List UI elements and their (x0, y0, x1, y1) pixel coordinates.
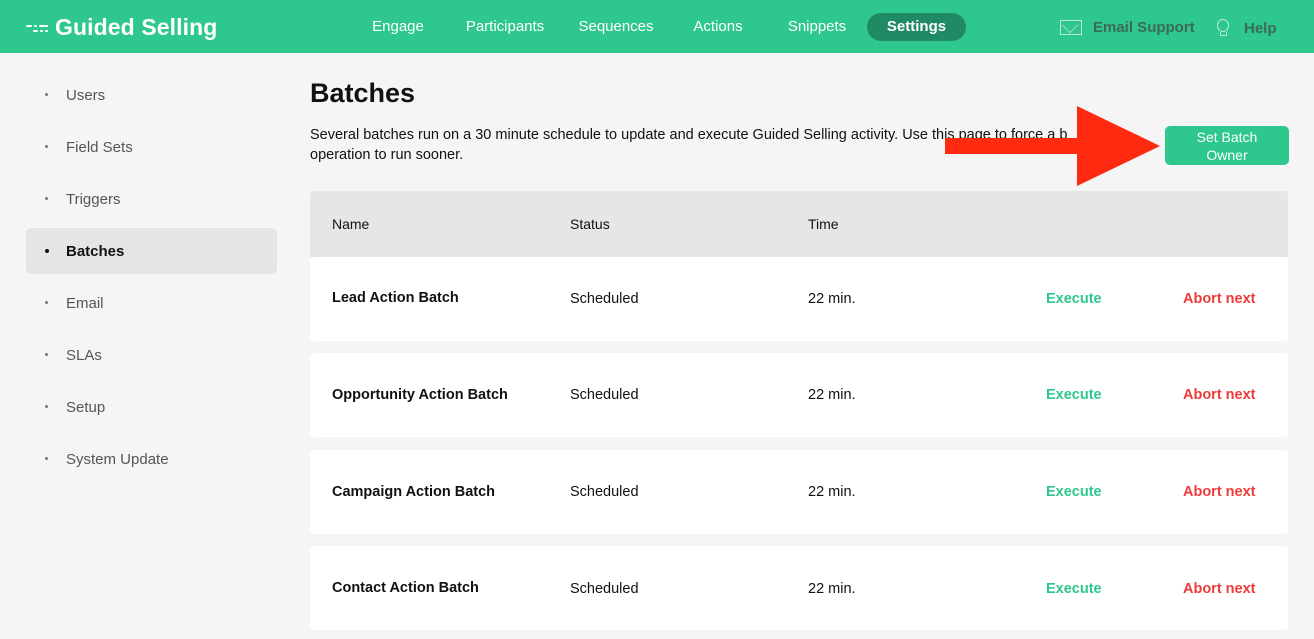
table-header: Name Status Time (310, 191, 1288, 257)
execute-link[interactable]: Execute (1046, 581, 1102, 597)
batch-time: 22 min. (808, 387, 856, 403)
batch-name: Campaign Action Batch (332, 484, 496, 500)
button-label: Set Batch (1196, 129, 1258, 145)
bullet-icon (45, 353, 48, 356)
nav-participants[interactable]: Participants (456, 13, 554, 41)
table-row: Campaign Action Batch Scheduled 22 min. … (310, 450, 1288, 534)
email-support-link[interactable]: Email Support (1060, 15, 1195, 39)
lightbulb-icon (1216, 19, 1230, 37)
envelope-icon (1060, 19, 1082, 35)
bullet-icon (45, 301, 48, 304)
nav-snippets[interactable]: Snippets (776, 13, 858, 41)
nav-engage[interactable]: Engage (360, 13, 436, 41)
column-header-name: Name (332, 216, 370, 232)
nav-actions[interactable]: Actions (680, 13, 756, 41)
button-label: Owner (1206, 147, 1248, 163)
execute-link[interactable]: Execute (1046, 291, 1102, 307)
bullet-icon (45, 249, 49, 253)
set-batch-owner-button[interactable]: Set Batch Owner (1165, 126, 1289, 165)
abort-next-link[interactable]: Abort next (1183, 581, 1256, 597)
sidebar-item-batches[interactable]: Batches (26, 228, 277, 274)
sidebar-item-label: Users (66, 86, 106, 104)
page-title: Batches (310, 78, 416, 108)
batch-status: Scheduled (570, 387, 639, 403)
batch-status: Scheduled (570, 484, 639, 500)
sidebar-item-system-update[interactable]: System Update (26, 436, 277, 482)
sidebar-item-label: Triggers (66, 190, 121, 208)
bullet-icon (45, 93, 48, 96)
abort-next-link[interactable]: Abort next (1183, 484, 1256, 500)
batch-time: 22 min. (808, 581, 856, 597)
top-bar: Guided Selling Engage Participants Seque… (0, 0, 1314, 53)
column-header-time: Time (808, 216, 839, 232)
column-header-status: Status (570, 216, 610, 232)
sidebar-item-users[interactable]: Users (26, 72, 277, 118)
annotation-arrow-icon (945, 106, 1160, 186)
help-label: Help (1244, 19, 1277, 37)
sidebar-item-setup[interactable]: Setup (26, 384, 277, 430)
email-support-label: Email Support (1093, 18, 1195, 36)
table-row: Lead Action Batch Scheduled 22 min. Exec… (310, 257, 1288, 341)
sidebar-item-slas[interactable]: SLAs (26, 332, 277, 378)
table-row: Contact Action Batch Scheduled 22 min. E… (310, 546, 1288, 630)
sidebar-item-email[interactable]: Email (26, 280, 277, 326)
sidebar-item-label: Batches (66, 242, 125, 260)
table-row: Opportunity Action Batch Scheduled 22 mi… (310, 353, 1288, 437)
sidebar-item-label: Field Sets (66, 138, 133, 156)
execute-link[interactable]: Execute (1046, 387, 1102, 403)
abort-next-link[interactable]: Abort next (1183, 291, 1256, 307)
batch-name: Opportunity Action Batch (332, 387, 508, 403)
nav-sequences[interactable]: Sequences (568, 13, 664, 41)
sidebar-item-label: SLAs (66, 346, 102, 364)
batch-name: Contact Action Batch (332, 580, 479, 596)
abort-next-link[interactable]: Abort next (1183, 387, 1256, 403)
bullet-icon (45, 197, 48, 200)
help-link[interactable]: Help (1216, 15, 1277, 41)
execute-link[interactable]: Execute (1046, 484, 1102, 500)
bullet-icon (45, 457, 48, 460)
batch-name: Lead Action Batch (332, 290, 459, 306)
nav-settings[interactable]: Settings (867, 13, 966, 41)
sidebar-item-label: Setup (66, 398, 106, 416)
bullet-icon (45, 405, 48, 408)
settings-sidebar: Users Field Sets Triggers Batches Email … (26, 72, 277, 488)
batch-time: 22 min. (808, 484, 856, 500)
sidebar-item-label: Email (66, 294, 104, 312)
batch-time: 22 min. (808, 291, 856, 307)
batch-status: Scheduled (570, 291, 639, 307)
batch-status: Scheduled (570, 581, 639, 597)
sidebar-item-label: System Update (66, 450, 169, 468)
bullet-icon (45, 145, 48, 148)
sidebar-item-field-sets[interactable]: Field Sets (26, 124, 277, 170)
sidebar-item-triggers[interactable]: Triggers (26, 176, 277, 222)
